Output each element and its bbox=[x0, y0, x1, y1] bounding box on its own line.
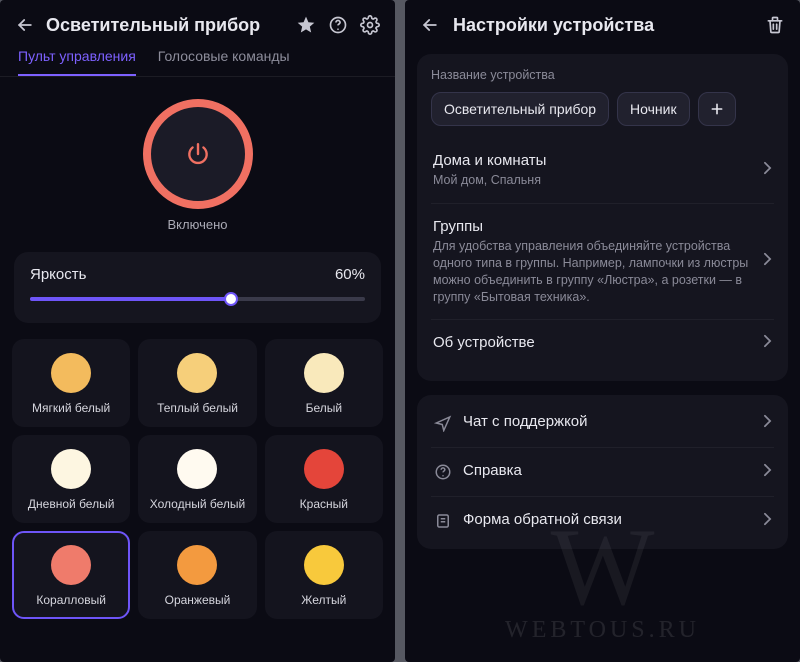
back-icon[interactable] bbox=[14, 14, 36, 36]
support-row-title: Чат с поддержкой bbox=[463, 413, 753, 430]
form-icon bbox=[433, 511, 453, 531]
plus-icon bbox=[709, 101, 725, 117]
color-swatch[interactable]: Дневной белый bbox=[12, 435, 130, 523]
device-name-chip-primary[interactable]: Осветительный прибор bbox=[431, 92, 609, 126]
help-icon[interactable] bbox=[327, 14, 349, 36]
help-icon bbox=[433, 462, 453, 482]
chevron-right-icon bbox=[763, 414, 772, 433]
color-circle bbox=[177, 353, 217, 393]
color-swatch[interactable]: Красный bbox=[265, 435, 383, 523]
control-header: Осветительный прибор bbox=[0, 0, 395, 44]
color-circle bbox=[304, 353, 344, 393]
color-label: Оранжевый bbox=[165, 593, 231, 607]
color-label: Красный bbox=[300, 497, 348, 511]
support-row[interactable]: Чат с поддержкой bbox=[431, 399, 774, 447]
device-name-chips: Осветительный прибор Ночник bbox=[431, 92, 774, 126]
brightness-slider[interactable] bbox=[30, 297, 365, 301]
device-name-card: Название устройства Осветительный прибор… bbox=[417, 54, 788, 381]
settings-row-title: Об устройстве bbox=[433, 334, 753, 351]
power-state-label: Включено bbox=[168, 217, 228, 232]
color-label: Холодный белый bbox=[150, 497, 245, 511]
color-label: Коралловый bbox=[36, 593, 106, 607]
settings-title: Настройки устройства bbox=[453, 15, 752, 36]
color-swatch[interactable]: Белый bbox=[265, 339, 383, 427]
settings-icon[interactable] bbox=[359, 14, 381, 36]
back-icon[interactable] bbox=[419, 14, 441, 36]
chevron-right-icon bbox=[763, 334, 772, 353]
chevron-right-icon bbox=[763, 463, 772, 482]
color-grid: Мягкий белый Теплый белый Белый Дневной бел… bbox=[0, 329, 395, 631]
color-circle bbox=[51, 449, 91, 489]
color-label: Дневной белый bbox=[28, 497, 114, 511]
brightness-value: 60% bbox=[335, 266, 365, 283]
color-label: Желтый bbox=[301, 593, 346, 607]
power-button[interactable] bbox=[143, 99, 253, 209]
support-card: Чат с поддержкой Справка Форма обратной св… bbox=[417, 395, 788, 549]
chevron-right-icon bbox=[763, 252, 772, 271]
settings-row-title: Группы bbox=[433, 218, 753, 235]
settings-row[interactable]: Об устройстве bbox=[431, 319, 774, 367]
color-label: Мягкий белый bbox=[32, 401, 110, 415]
brightness-label: Яркость bbox=[30, 266, 86, 283]
settings-row[interactable]: Группы Для удобства управления объединяйт… bbox=[431, 203, 774, 320]
chevron-right-icon bbox=[763, 512, 772, 531]
color-swatch[interactable]: Оранжевый bbox=[138, 531, 256, 619]
color-label: Белый bbox=[306, 401, 342, 415]
device-name-label: Название устройства bbox=[431, 68, 774, 82]
power-icon bbox=[185, 141, 211, 167]
color-circle bbox=[51, 353, 91, 393]
support-row[interactable]: Справка bbox=[431, 447, 774, 496]
color-circle bbox=[177, 449, 217, 489]
support-row-title: Справка bbox=[463, 462, 753, 479]
color-circle bbox=[304, 449, 344, 489]
power-section: Включено bbox=[0, 77, 395, 246]
delete-icon[interactable] bbox=[764, 14, 786, 36]
support-row-title: Форма обратной связи bbox=[463, 511, 753, 528]
settings-row[interactable]: Дома и комнаты Мой дом, Спальня bbox=[431, 138, 774, 203]
watermark-text: WEBTOUS.RU bbox=[405, 617, 800, 644]
brightness-fill bbox=[30, 297, 231, 301]
color-swatch[interactable]: Мягкий белый bbox=[12, 339, 130, 427]
color-swatch[interactable]: Холодный белый bbox=[138, 435, 256, 523]
brightness-card: Яркость 60% bbox=[14, 252, 381, 323]
tab-bar: Пульт управления Голосовые команды bbox=[0, 44, 395, 77]
chevron-right-icon bbox=[763, 161, 772, 180]
chat-icon bbox=[433, 413, 453, 433]
color-label: Теплый белый bbox=[157, 401, 238, 415]
brightness-thumb[interactable] bbox=[224, 292, 238, 306]
color-swatch[interactable]: Теплый белый bbox=[138, 339, 256, 427]
color-circle bbox=[51, 545, 91, 585]
color-circle bbox=[304, 545, 344, 585]
tab-voice[interactable]: Голосовые команды bbox=[158, 48, 290, 76]
tab-control[interactable]: Пульт управления bbox=[18, 48, 136, 76]
settings-screen: Настройки устройства Название устройства… bbox=[405, 0, 800, 662]
add-name-chip[interactable] bbox=[698, 92, 736, 126]
settings-row-subtitle: Для удобства управления объединяйте устр… bbox=[433, 238, 753, 306]
settings-header: Настройки устройства bbox=[405, 0, 800, 50]
settings-row-title: Дома и комнаты bbox=[433, 152, 753, 169]
favorite-icon[interactable] bbox=[295, 14, 317, 36]
color-circle bbox=[177, 545, 217, 585]
color-swatch[interactable]: Желтый bbox=[265, 531, 383, 619]
color-swatch[interactable]: Коралловый bbox=[12, 531, 130, 619]
device-title: Осветительный прибор bbox=[46, 15, 285, 36]
settings-row-subtitle: Мой дом, Спальня bbox=[433, 172, 753, 189]
control-screen: Осветительный прибор Пульт управления Го… bbox=[0, 0, 395, 662]
device-name-chip-secondary[interactable]: Ночник bbox=[617, 92, 690, 126]
support-row[interactable]: Форма обратной связи bbox=[431, 496, 774, 545]
